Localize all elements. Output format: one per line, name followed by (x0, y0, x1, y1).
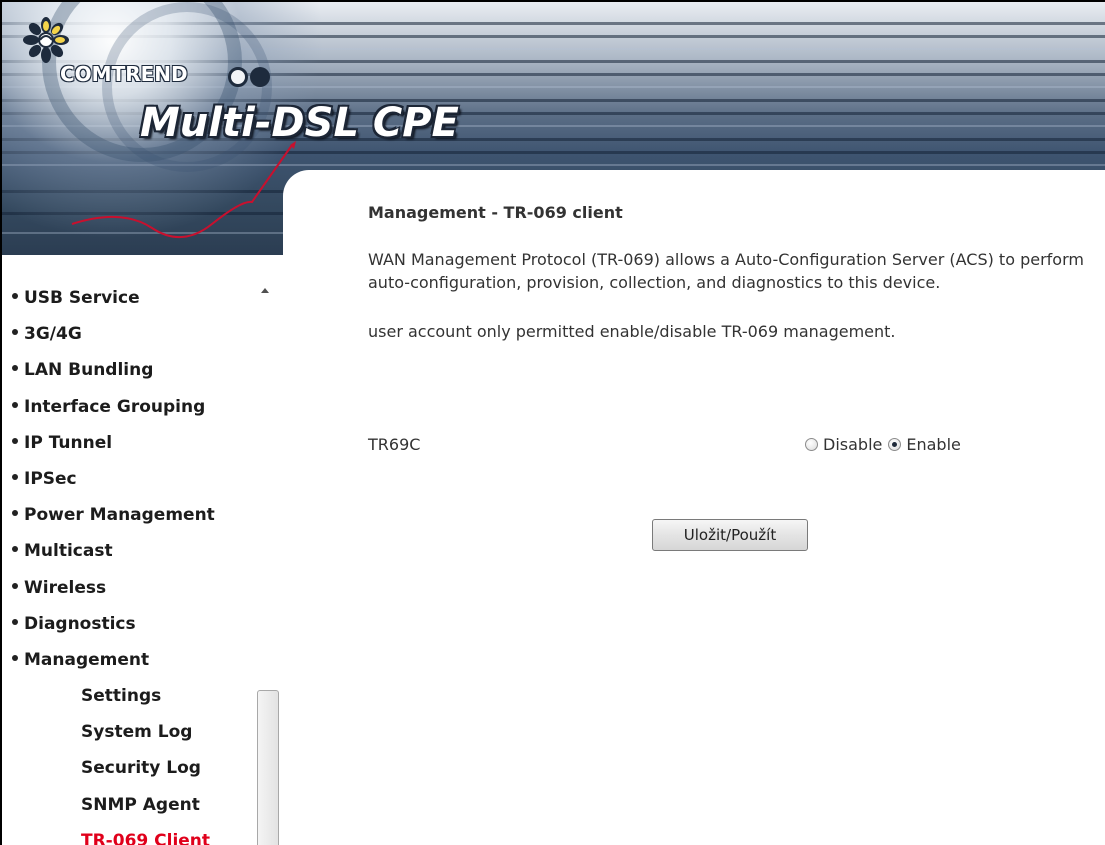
bullet-icon (12, 365, 18, 372)
bullet-icon (12, 510, 18, 517)
sidebar-subitem-security-log[interactable]: Security Log (12, 750, 252, 786)
disable-radio[interactable] (805, 438, 818, 451)
sidebar-menu: USB Service 3G/4G LAN Bundling Interface… (12, 280, 252, 845)
sidebar-item-multicast[interactable]: Multicast (12, 533, 252, 569)
sidebar-subitem-system-log[interactable]: System Log (12, 714, 252, 750)
bullet-icon (12, 473, 18, 480)
enable-radio[interactable] (888, 438, 902, 451)
scroll-up-arrow-icon[interactable] (261, 288, 269, 293)
content-body: Management - TR-069 client WAN Managemen… (368, 203, 1098, 551)
sidebar-item-label: IP Tunnel (24, 432, 113, 453)
sidebar-item-label: Wireless (24, 577, 107, 598)
sidebar-item-management[interactable]: Management (12, 642, 252, 678)
bullet-icon (12, 654, 18, 661)
tr69c-label: TR69C (368, 435, 421, 454)
content-panel: Management - TR-069 client WAN Managemen… (283, 170, 1105, 845)
bullet-icon (12, 618, 18, 625)
sidebar-item-label: Interface Grouping (24, 396, 206, 417)
sidebar-item-label: IPSec (24, 468, 77, 489)
sidebar-scrollbar[interactable] (255, 280, 279, 845)
bullet-icon (12, 582, 18, 589)
sidebar-item-ipsec[interactable]: IPSec (12, 461, 252, 497)
sidebar-item-label: USB Service (24, 288, 140, 308)
sidebar-subitem-settings[interactable]: Settings (12, 678, 252, 714)
sidebar-item-interface-grouping[interactable]: Interface Grouping (12, 389, 252, 425)
sidebar-item-label: LAN Bundling (24, 360, 154, 381)
sidebar-item-3g-4g[interactable]: 3G/4G (12, 316, 252, 352)
bullet-icon (12, 437, 18, 444)
sidebar-item-label: 3G/4G (24, 324, 82, 345)
tr69c-radio-group: Disable Enable (805, 435, 967, 454)
sidebar-item-label: Management (24, 649, 150, 670)
enable-radio-label: Enable (906, 435, 961, 454)
sidebar-item-lan-bundling[interactable]: LAN Bundling (12, 352, 252, 388)
page-title: Management - TR-069 client (368, 203, 623, 222)
sidebar: USB Service 3G/4G LAN Bundling Interface… (2, 255, 283, 845)
sidebar-item-power-management[interactable]: Power Management (12, 497, 252, 533)
note-text: user account only permitted enable/disab… (368, 322, 896, 341)
sidebar-item-label: Power Management (24, 505, 215, 526)
bullet-icon (12, 546, 18, 553)
bullet-icon (12, 329, 18, 336)
sidebar-item-usb-service[interactable]: USB Service (12, 280, 252, 316)
sidebar-item-label: Diagnostics (24, 613, 136, 634)
save-apply-button[interactable]: Uložit/Použít (652, 519, 808, 551)
disable-radio-label: Disable (823, 435, 883, 454)
sidebar-item-wireless[interactable]: Wireless (12, 570, 252, 606)
description-text: WAN Management Protocol (TR-069) allows … (368, 250, 1084, 292)
bullet-icon (12, 401, 18, 408)
sidebar-item-diagnostics[interactable]: Diagnostics (12, 606, 252, 642)
page-frame: COMTREND Multi-DSL CPE USB Service 3G/4G… (0, 0, 1105, 845)
sidebar-subitem-tr069-client[interactable]: TR-069 Client (12, 823, 252, 845)
tr69c-row: TR69C Disable Enable (368, 435, 1098, 459)
bullet-icon (12, 293, 18, 299)
sidebar-item-label: Multicast (24, 541, 113, 562)
sidebar-item-ip-tunnel[interactable]: IP Tunnel (12, 425, 252, 461)
scrollbar-thumb[interactable] (257, 690, 279, 845)
sidebar-subitem-snmp-agent[interactable]: SNMP Agent (12, 787, 252, 823)
